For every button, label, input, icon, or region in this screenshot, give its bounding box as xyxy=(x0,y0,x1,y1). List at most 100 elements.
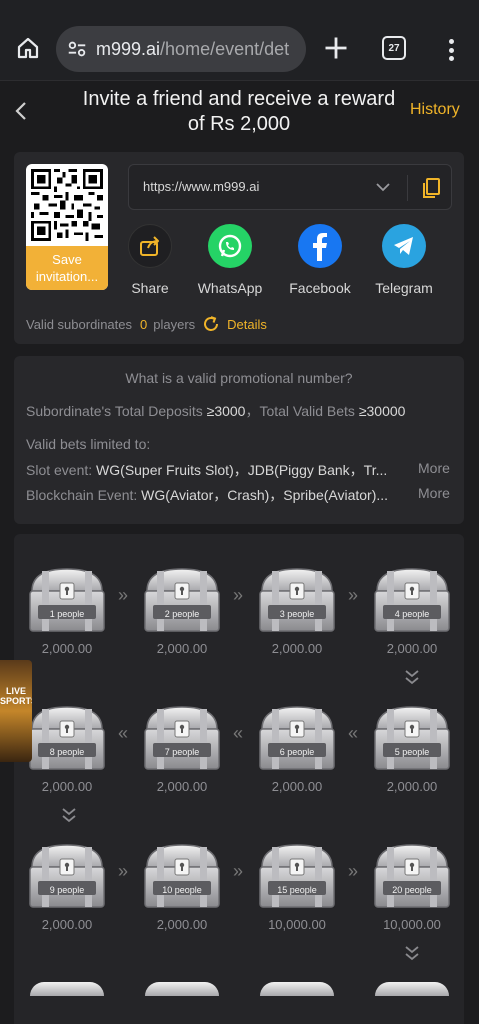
live-sports-badge[interactable]: LIVE SPORTS xyxy=(0,660,32,762)
chest-people-label: 10 people xyxy=(162,885,202,895)
chest-people-label: 3 people xyxy=(279,609,315,619)
requirement-bets-label: ，Total Valid Bets xyxy=(245,403,359,419)
invite-link-field[interactable]: https://www.m999.ai xyxy=(128,164,452,210)
slot-event-label: Slot event: xyxy=(26,462,97,478)
chest-people-label: 5 people xyxy=(394,747,430,757)
chevron-double-icon: » xyxy=(233,585,244,605)
chevron-double-down-icon xyxy=(62,808,76,823)
chest-reward-amount: 2,000.00 xyxy=(41,779,93,794)
history-link[interactable]: History xyxy=(410,101,460,119)
share-option-telegram[interactable]: Telegram xyxy=(366,224,442,296)
share-option-label: Telegram xyxy=(375,280,433,296)
badge-line1: LIVE xyxy=(5,686,26,696)
treasure-chest-icon[interactable] xyxy=(141,841,223,911)
chest-reward-amount: 10,000.00 xyxy=(383,917,441,932)
treasure-chest-icon[interactable] xyxy=(256,703,338,773)
chevron-double-icon: « xyxy=(118,723,129,743)
rules-question: What is a valid promotional number? xyxy=(125,370,353,386)
divider xyxy=(407,175,408,201)
treasure-chest-icon[interactable] xyxy=(260,982,334,996)
details-link[interactable]: Details xyxy=(227,317,267,332)
blockchain-more-link[interactable]: More xyxy=(418,485,450,501)
chest-reward-amount: 10,000.00 xyxy=(268,917,326,932)
treasure-chest-icon[interactable] xyxy=(371,565,453,635)
valid-promotion-rules-card: What is a valid promotional number? Subo… xyxy=(14,356,464,524)
slot-event-line: Slot event: WG(Super Fruits Slot)，JDB(Pi… xyxy=(26,460,452,480)
chest-people-label: 15 people xyxy=(277,885,317,895)
chest-people-label: 2 people xyxy=(164,609,200,619)
share-option-facebook[interactable]: Facebook xyxy=(282,224,358,296)
blockchain-event-line: Blockchain Event: WG(Aviator，Crash)，Spri… xyxy=(26,485,388,505)
telegram-icon xyxy=(382,224,426,268)
copy-icon[interactable] xyxy=(419,176,443,200)
slot-more-link[interactable]: More xyxy=(418,460,450,476)
badge-line2: SPORTS xyxy=(0,696,32,706)
chevron-double-down-icon xyxy=(405,670,419,685)
chevron-double-icon: » xyxy=(233,861,244,881)
chest-reward-amount: 2,000.00 xyxy=(156,641,208,656)
invite-share-card: Save invitation... https://www.m999.ai S… xyxy=(14,152,464,344)
address-bar[interactable]: m999.ai/home/event/det xyxy=(56,26,306,72)
treasure-chest-icon[interactable] xyxy=(26,703,108,773)
share-option-whatsapp[interactable]: WhatsApp xyxy=(192,224,268,296)
refresh-icon[interactable] xyxy=(201,314,221,334)
treasure-chest-icon[interactable] xyxy=(371,703,453,773)
qr-code-icon xyxy=(31,169,103,241)
share-option-share[interactable]: Share xyxy=(112,224,188,296)
treasure-chest-icon[interactable] xyxy=(145,982,219,996)
chest-people-label: 9 people xyxy=(49,885,85,895)
blockchain-event-label: Blockchain Event: xyxy=(26,487,142,503)
more-menu-icon[interactable] xyxy=(441,36,461,64)
chest-people-label: 6 people xyxy=(279,747,315,757)
new-tab-icon[interactable] xyxy=(322,34,350,62)
chest-reward-amount: 2,000.00 xyxy=(156,779,208,794)
blockchain-event-games: WG(Aviator，Crash)，Spribe(Aviator)... xyxy=(141,487,389,503)
chest-people-label: 4 people xyxy=(394,609,430,619)
qr-code-card: Save invitation... xyxy=(26,164,108,290)
treasure-chest-icon[interactable] xyxy=(256,841,338,911)
chest-reward-amount: 2,000.00 xyxy=(271,641,323,656)
valid-subordinates-row: Valid subordinates 0 players Details xyxy=(26,314,267,334)
chevron-double-icon: » xyxy=(348,585,359,605)
chevron-double-icon: » xyxy=(348,861,359,881)
save-invitation-button[interactable]: Save invitation... xyxy=(26,246,108,290)
chest-reward-amount: 2,000.00 xyxy=(41,641,93,656)
back-arrow-icon[interactable] xyxy=(10,97,34,125)
chest-people-label: 8 people xyxy=(49,747,85,757)
treasure-chest-icon[interactable] xyxy=(26,841,108,911)
treasure-chest-icon[interactable] xyxy=(141,565,223,635)
chevron-down-icon[interactable] xyxy=(375,179,391,195)
slot-event-games: WG(Super Fruits Slot)，JDB(Piggy Bank，Tr.… xyxy=(96,462,388,478)
chest-reward-amount: 2,000.00 xyxy=(386,779,438,794)
share-option-label: WhatsApp xyxy=(197,280,263,296)
facebook-icon xyxy=(298,224,342,268)
chest-people-label: 1 people xyxy=(49,609,85,619)
treasure-chest-icon[interactable] xyxy=(141,703,223,773)
url-text: m999.ai/home/event/det xyxy=(96,39,289,60)
chest-people-label: 7 people xyxy=(164,747,200,757)
home-icon[interactable] xyxy=(12,32,44,64)
rules-requirement: Subordinate's Total Deposits ≥3000，Total… xyxy=(26,401,405,421)
chevron-double-down-icon xyxy=(405,946,419,961)
requirement-bets-value: ≥30000 xyxy=(358,403,406,419)
treasure-chest-icon[interactable] xyxy=(375,982,449,996)
valid-subordinates-label: Valid subordinates xyxy=(26,316,132,332)
site-settings-icon[interactable] xyxy=(66,38,88,60)
chest-reward-amount: 2,000.00 xyxy=(156,917,208,932)
chest-people-label: 20 people xyxy=(392,885,432,895)
valid-subordinates-count: 0 xyxy=(140,316,148,332)
page-title: Invite a friend and receive a reward of … xyxy=(82,88,396,135)
treasure-chest-icon[interactable] xyxy=(26,565,108,635)
valid-subordinates-unit: players xyxy=(153,316,196,332)
treasure-chest-icon[interactable] xyxy=(30,982,104,996)
whatsapp-icon xyxy=(208,224,252,268)
tab-switcher-button[interactable]: 27 xyxy=(382,36,406,60)
url-path: /home/event/det xyxy=(160,38,290,59)
share-icon xyxy=(128,224,172,268)
share-option-label: Share xyxy=(131,280,169,296)
treasure-chest-icon[interactable] xyxy=(371,841,453,911)
url-host: m999.ai xyxy=(96,38,161,59)
treasure-chest-icon[interactable] xyxy=(256,565,338,635)
chevron-double-icon: « xyxy=(348,723,359,743)
chest-reward-amount: 2,000.00 xyxy=(41,917,93,932)
